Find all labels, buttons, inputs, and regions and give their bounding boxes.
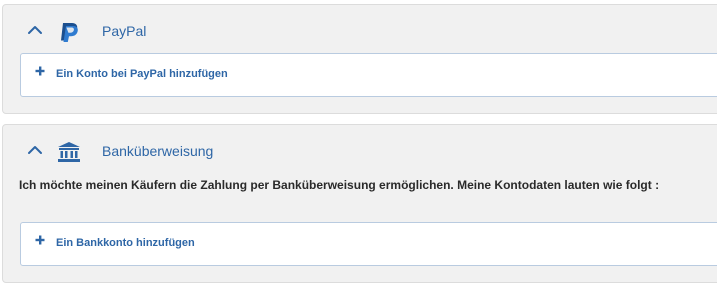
chevron-up-icon[interactable] (27, 24, 43, 36)
add-paypal-account-label: Ein Konto bei PayPal hinzufügen (56, 68, 228, 80)
paypal-logo-icon (61, 23, 78, 42)
add-bank-account-label: Ein Bankkonto hinzufügen (56, 237, 195, 249)
bank-transfer-section: Banküberweisung Ich möchte meinen Käufer… (2, 124, 717, 283)
plus-icon (35, 66, 45, 76)
plus-icon (35, 235, 45, 245)
bank-transfer-title: Banküberweisung (102, 143, 214, 159)
paypal-title: PayPal (102, 23, 147, 39)
bank-transfer-description: Ich möchte meinen Käufern die Zahlung pe… (19, 178, 660, 192)
add-paypal-account-button[interactable]: Ein Konto bei PayPal hinzufügen (20, 53, 717, 97)
paypal-section: PayPal Ein Konto bei PayPal hinzufügen (2, 4, 717, 114)
chevron-up-icon[interactable] (27, 144, 43, 156)
payment-methods-page: PayPal Ein Konto bei PayPal hinzufügen B… (0, 0, 717, 292)
add-bank-account-button[interactable]: Ein Bankkonto hinzufügen (20, 222, 717, 266)
paypal-section-header: PayPal (3, 5, 717, 55)
bank-icon (58, 142, 80, 162)
bank-transfer-section-header: Banküberweisung (3, 125, 717, 175)
